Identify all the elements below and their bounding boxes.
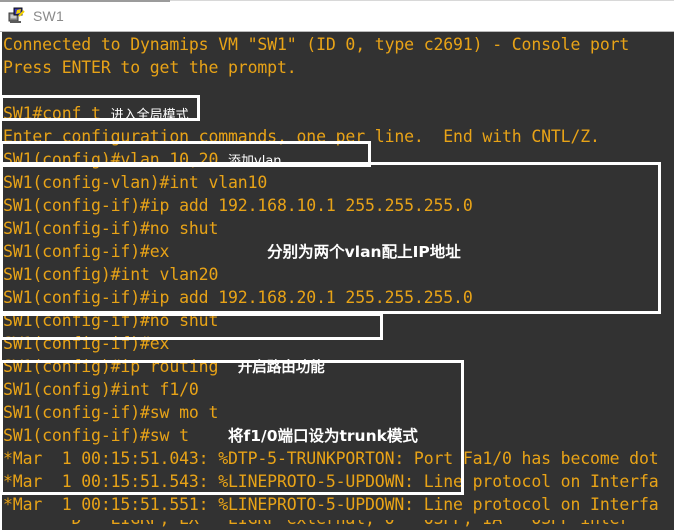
terminal-line-text: Press ENTER to get the prompt. [3,58,297,77]
annotation-label: 分别为两个vlan配上IP地址 [267,243,461,261]
terminal-line: SW1(config-if)#ex [3,332,674,355]
terminal-line: SW1(config-if)#sw t 将f1/0端口设为trunk模式 [3,424,674,447]
window-titlebar: SW1 [0,0,674,32]
terminal-lines: Connected to Dynamips VM "SW1" (ID 0, ty… [3,33,674,530]
terminal-line: SW1(config-vlan)#int vlan10 [3,171,674,194]
annotation-label: 进入全局模式 [110,108,189,123]
annotation-label: 将f1/0端口设为trunk模式 [228,427,418,445]
terminal-line: SW1(config-if)#no shut [3,217,674,240]
terminal-line-text: *Mar 1 00:15:51.043: %DTP-5-TRUNKPORTON:… [3,449,659,468]
terminal-line: SW1(config-if)#ex 分别为两个vlan配上IP地址 [3,240,674,263]
terminal-line: *Mar 1 00:15:51.551: %LINEPROTO-5-UPDOWN… [3,493,674,516]
computer-terminal-icon [8,7,26,25]
window-title: SW1 [33,7,64,24]
terminal-line-text: SW1(config-if)#no shut [3,219,219,238]
terminal-line-text: SW1(config-if)#sw mo t [3,403,219,422]
terminal-line: *Mar 1 00:15:51.543: %LINEPROTO-5-UPDOWN… [3,470,674,493]
terminal-line-text: SW1(config)#ip routing [3,357,238,376]
terminal-line-text: SW1(config)#int vlan20 [3,265,219,284]
terminal-line-text: *Mar 1 00:15:51.543: %LINEPROTO-5-UPDOWN… [3,472,659,491]
terminal-line: SW1(config)#int f1/0 [3,378,674,401]
terminal-line: *Mar 1 00:15:51.043: %DTP-5-TRUNKPORTON:… [3,447,674,470]
terminal-line-text: SW1(config)#int f1/0 [3,380,199,399]
terminal-line: SW1#conf t 进入全局模式 [3,102,674,125]
terminal-line: SW1(config)#vlan 10,20 添加vlan [3,148,674,171]
terminal-partial-bottom-line: D - EIGRP, EX - EIGRP external, O - OSPF… [0,520,674,530]
terminal-line-partial: D - EIGRP, EX - EIGRP external, O - OSPF… [3,520,674,530]
terminal-line-text: SW1(config-vlan)#int vlan10 [3,173,268,192]
terminal-line-text: Enter configuration commands, one per li… [3,127,600,146]
terminal-line-text: SW1#conf t [3,104,111,123]
terminal-line: SW1(config-if)#ip add 192.168.20.1 255.2… [3,286,674,309]
terminal-line: SW1(config-if)#sw mo t [3,401,674,424]
titlebar-divider [170,0,674,1]
terminal-line: Press ENTER to get the prompt. [3,56,674,79]
terminal-line: SW1(config)#int vlan20 [3,263,674,286]
terminal-line: SW1(config-if)#ip add 192.168.10.1 255.2… [3,194,674,217]
terminal-line: SW1(config)#ip routing 开启路由功能 [3,355,674,378]
terminal-line-text: *Mar 1 00:15:51.551: %LINEPROTO-5-UPDOWN… [3,495,659,514]
terminal-line-text: SW1(config-if)#ex [3,334,170,353]
terminal-left-border [0,32,2,530]
terminal-line-text: SW1(config-if)#ex [3,242,268,261]
titlebar-tab-underline [0,0,170,2]
terminal-line-text: SW1(config-if)#sw t [3,426,229,445]
annotation-label: 开启路由功能 [237,360,325,376]
terminal-line-text: SW1(config-if)#ip add 192.168.10.1 255.2… [3,196,473,215]
terminal-line: Enter configuration commands, one per li… [3,125,674,148]
terminal-line-text: Connected to Dynamips VM "SW1" (ID 0, ty… [3,35,630,54]
console-window: SW1 Connected to Dynamips VM "SW1" (ID 0… [0,0,674,530]
terminal-line: SW1(config-if)#no shut [3,309,674,332]
annotation-label: 添加vlan [228,154,282,169]
terminal-line-text: SW1(config-if)#no shut [3,311,219,330]
terminal-line: Connected to Dynamips VM "SW1" (ID 0, ty… [3,33,674,56]
terminal-output-area[interactable]: Connected to Dynamips VM "SW1" (ID 0, ty… [0,32,674,530]
terminal-line-text: SW1(config-if)#ip add 192.168.20.1 255.2… [3,288,473,307]
terminal-line-text: SW1(config)#vlan 10,20 [3,150,229,169]
